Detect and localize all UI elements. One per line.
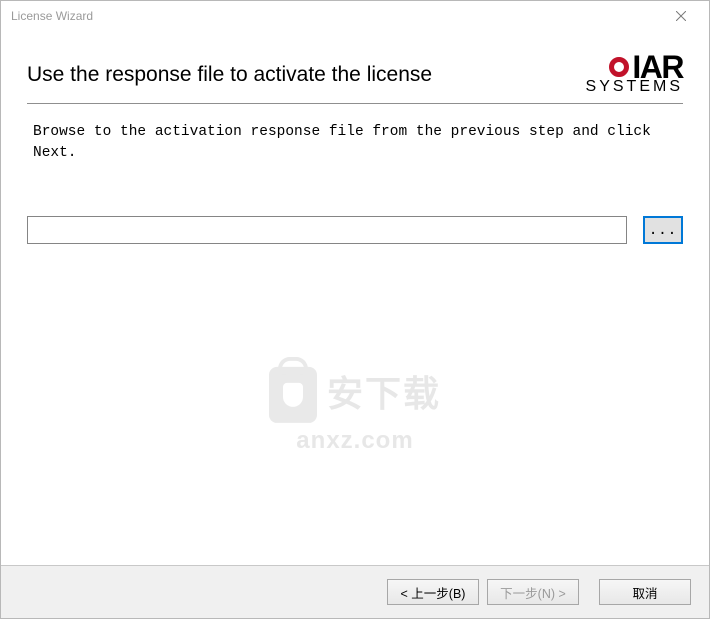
header-separator [27,103,683,104]
window-title: License Wizard [11,9,661,23]
watermark-text-cn: 安下载 [327,364,441,416]
watermark: 安下载 anxz.com [269,358,441,454]
content-spacer: 安下载 anxz.com [27,244,683,565]
close-button[interactable] [661,2,701,30]
page-heading: Use the response file to activate the li… [27,63,432,87]
browse-button[interactable]: ... [643,216,683,244]
content-area: Use the response file to activate the li… [1,31,709,565]
close-icon [676,11,686,21]
cancel-button[interactable]: 取消 [599,579,691,605]
watermark-text-en: anxz.com [269,426,441,454]
header-row: Use the response file to activate the li… [27,49,683,95]
back-button[interactable]: < 上一步(B) [387,579,479,605]
iar-logo-subtitle: SYSTEMS [586,79,683,95]
titlebar: License Wizard [1,1,709,31]
iar-logo: IAR SYSTEMS [586,49,683,95]
watermark-bag-icon [269,366,317,422]
wizard-footer: < 上一步(B) 下一步(N) > 取消 [1,566,709,618]
license-wizard-window: License Wizard Use the response file to … [0,0,710,619]
response-file-path-input[interactable] [27,216,627,244]
file-path-row: ... [27,216,683,244]
next-button: 下一步(N) > [487,579,579,605]
iar-logo-ring-icon [609,57,629,77]
instruction-text: Browse to the activation response file f… [27,122,683,164]
